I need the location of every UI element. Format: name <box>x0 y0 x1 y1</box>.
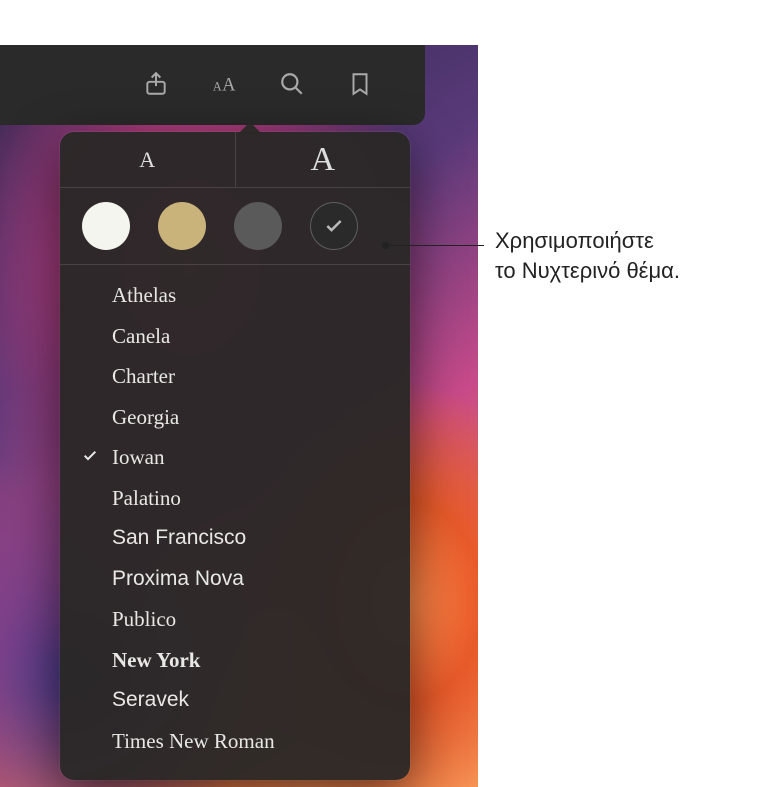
font-label: Iowan <box>112 441 164 474</box>
font-label: Palatino <box>112 482 181 515</box>
font-list: Athelas Canela Charter Georgia Iowan Palatino… <box>60 265 410 780</box>
font-label: Proxima Nova <box>112 563 244 596</box>
font-item-iowan[interactable]: Iowan <box>60 437 410 478</box>
font-label: New York <box>112 644 200 677</box>
font-item-proxima-nova[interactable]: Proxima Nova <box>60 559 410 600</box>
font-label: Athelas <box>112 279 176 312</box>
toolbar: A A <box>140 68 376 100</box>
callout-line2: το Νυχτερινό θέμα. <box>495 256 680 286</box>
callout-text: Χρησιμοποιήστε το Νυχτερινό θέμα. <box>495 226 680 285</box>
svg-text:A: A <box>213 80 222 94</box>
share-icon[interactable] <box>140 68 172 100</box>
text-appearance-icon[interactable]: A A <box>208 68 240 100</box>
font-label: San Francisco <box>112 522 246 555</box>
text-size-row: A A <box>60 132 410 188</box>
font-item-seravek[interactable]: Seravek <box>60 680 410 721</box>
font-item-times-new-roman[interactable]: Times New Roman <box>60 721 410 762</box>
font-item-charter[interactable]: Charter <box>60 356 410 397</box>
text-size-smaller[interactable]: A <box>60 132 236 187</box>
theme-night[interactable] <box>310 202 358 250</box>
check-icon <box>82 441 98 474</box>
font-label: Seravek <box>112 684 189 717</box>
search-icon[interactable] <box>276 68 308 100</box>
svg-text:A: A <box>222 75 236 96</box>
bookmark-icon[interactable] <box>344 68 376 100</box>
font-item-publico[interactable]: Publico <box>60 599 410 640</box>
font-label: Georgia <box>112 401 179 434</box>
callout-line <box>386 245 484 246</box>
font-item-georgia[interactable]: Georgia <box>60 397 410 438</box>
font-label: Canela <box>112 320 170 353</box>
theme-row <box>60 188 410 265</box>
text-size-larger[interactable]: A <box>236 132 411 187</box>
font-label: Times New Roman <box>112 725 275 758</box>
appearance-popover: A A Athelas Canela Charter Georgia Iowan Pala… <box>60 132 410 780</box>
font-item-san-francisco[interactable]: San Francisco <box>60 518 410 559</box>
theme-sepia[interactable] <box>158 202 206 250</box>
theme-white[interactable] <box>82 202 130 250</box>
font-item-athelas[interactable]: Athelas <box>60 275 410 316</box>
font-label: Publico <box>112 603 176 636</box>
font-item-palatino[interactable]: Palatino <box>60 478 410 519</box>
font-item-canela[interactable]: Canela <box>60 316 410 357</box>
font-label: Charter <box>112 360 175 393</box>
callout-line1: Χρησιμοποιήστε <box>495 226 680 256</box>
check-icon <box>324 216 344 236</box>
theme-gray[interactable] <box>234 202 282 250</box>
font-item-new-york[interactable]: New York <box>60 640 410 681</box>
